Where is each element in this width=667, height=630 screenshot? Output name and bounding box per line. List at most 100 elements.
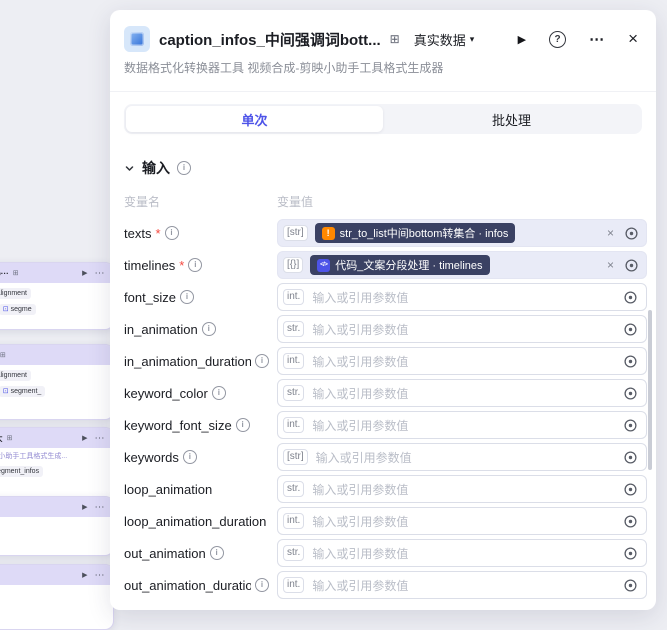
- param-value-field[interactable]: [str]输入或引用参数值: [277, 443, 647, 471]
- info-icon[interactable]: i: [188, 258, 202, 272]
- node-header: infos_图片放大 ⊞ ▶ ⋯: [0, 428, 113, 448]
- input-section-header[interactable]: 输入 i: [124, 158, 642, 178]
- workflow-node[interactable]: infos_图片放大⊞▶⋯数据格式化-剪映小助手工具格式生成...⊡fsets⊡…: [0, 427, 114, 500]
- workflow-node[interactable]: s_中间强调词⊞draft_url⊡alignmentsegment_ids⊡s…: [0, 344, 114, 420]
- type-badge: [{}]: [283, 257, 303, 274]
- info-icon[interactable]: i: [202, 322, 216, 336]
- select-reference-icon[interactable]: [623, 482, 638, 497]
- node-run-icon[interactable]: ▶: [82, 503, 87, 511]
- info-icon[interactable]: i: [180, 290, 194, 304]
- node-body: ⊡fsets⊡segment_infosinfos: [0, 461, 113, 499]
- type-badge: int.: [283, 353, 304, 370]
- param-name: keyword_font_size: [124, 418, 232, 433]
- select-reference-icon[interactable]: [624, 226, 639, 241]
- param-name-cell: in_animationi: [124, 322, 277, 337]
- select-reference-icon[interactable]: [623, 386, 638, 401]
- run-icon[interactable]: ▶: [518, 33, 526, 46]
- workflow-node[interactable]: ▶⋯⊡user_id: [0, 564, 114, 630]
- param-row: in_animationistr.输入或引用参数值: [124, 313, 647, 345]
- select-reference-icon[interactable]: [623, 578, 638, 593]
- param-value-field[interactable]: int.输入或引用参数值: [277, 571, 647, 599]
- node-title: infos_图片放大: [0, 433, 3, 444]
- value-placeholder: 输入或引用参数值: [312, 353, 613, 370]
- clear-value-icon[interactable]: ×: [601, 226, 614, 240]
- param-value-field[interactable]: str.输入或引用参数值: [277, 379, 647, 407]
- param-value-field[interactable]: str.输入或引用参数值: [277, 315, 647, 343]
- select-reference-icon[interactable]: [623, 546, 638, 561]
- param-name: timelines: [124, 258, 175, 273]
- warning-icon: !: [322, 227, 335, 240]
- info-icon[interactable]: i: [165, 226, 179, 240]
- node-run-icon[interactable]: ▶: [82, 269, 87, 277]
- node-more-icon[interactable]: ⋯: [95, 433, 106, 444]
- info-icon[interactable]: i: [177, 161, 191, 175]
- select-reference-icon[interactable]: [623, 450, 638, 465]
- input-rows: texts*i[str]!str_to_list中间bottom转集合 · in…: [124, 217, 647, 601]
- data-mode-dropdown[interactable]: 真实数据 ▾: [414, 30, 475, 49]
- chip-label: alignment: [0, 372, 27, 379]
- node-param-row: ⊡fsets⊡segment_infos: [0, 466, 105, 477]
- param-row: texts*i[str]!str_to_list中间bottom转集合 · in…: [124, 217, 647, 249]
- close-icon[interactable]: ×: [628, 29, 638, 49]
- param-value-field[interactable]: int.输入或引用参数值: [277, 283, 647, 311]
- reference-pill[interactable]: </>代码_文案分段处理 · timelines: [310, 255, 489, 275]
- tab-single[interactable]: 单次: [126, 106, 383, 132]
- workflow-node[interactable]: _中间强调词_b···⊞▶⋯draft_url⊡alignmentsegment…: [0, 262, 114, 330]
- help-icon[interactable]: ?: [549, 31, 566, 48]
- param-name-cell: out_animation_durationi: [124, 578, 277, 593]
- scrollbar-thumb[interactable]: [648, 310, 652, 470]
- tab-batch[interactable]: 批处理: [383, 106, 640, 132]
- info-icon[interactable]: i: [255, 354, 269, 368]
- param-value-field[interactable]: int.输入或引用参数值: [277, 411, 647, 439]
- reference-pill[interactable]: !str_to_list中间bottom转集合 · infos: [315, 223, 516, 243]
- select-reference-icon[interactable]: [623, 354, 638, 369]
- param-value-field[interactable]: [{}] </>代码_文案分段处理 · timelines ×: [277, 251, 647, 279]
- node-more-icon[interactable]: ⋯: [95, 570, 106, 581]
- param-row: keyword_color i str.输入或引用参数值: [124, 377, 647, 409]
- node-more-icon[interactable]: ⋯: [95, 502, 106, 513]
- node-param-row: infos: [0, 482, 105, 493]
- param-row: out_animation_durationiint.输入或引用参数值: [124, 569, 647, 601]
- param-value-field[interactable]: str.输入或引用参数值: [277, 475, 647, 503]
- param-value-cell: [str] !str_to_list中间bottom转集合 · infos ×: [277, 219, 647, 247]
- mode-tabs: 单次 批处理: [124, 104, 642, 134]
- code-icon: </>: [317, 259, 330, 272]
- select-reference-icon[interactable]: [623, 290, 638, 305]
- node-run-icon[interactable]: ▶: [82, 434, 87, 442]
- node-detail-icon[interactable]: ⊞: [390, 32, 400, 46]
- param-name: keyword_color: [124, 386, 208, 401]
- param-row: keyword_font_size i int.输入或引用参数值: [124, 409, 647, 441]
- clear-value-icon[interactable]: ×: [601, 258, 614, 272]
- info-icon[interactable]: i: [255, 578, 269, 592]
- detail-icon: ⊞: [7, 434, 13, 442]
- node-run-icon[interactable]: ▶: [82, 571, 87, 579]
- param-value-field[interactable]: int.输入或引用参数值: [277, 507, 647, 535]
- node-actions: ▶⋯: [82, 268, 105, 279]
- workflow-node[interactable]: mes⊞▶⋯⊡keyframes: [0, 496, 114, 556]
- param-value-field[interactable]: int. 输入或引用参数值: [277, 347, 647, 375]
- info-icon[interactable]: i: [212, 386, 226, 400]
- node-header: _中间强调词_b···⊞▶⋯: [0, 263, 113, 283]
- info-icon[interactable]: i: [236, 418, 250, 432]
- value-placeholder: 输入或引用参数值: [312, 385, 613, 402]
- param-value-cell: str.输入或引用参数值: [277, 315, 647, 343]
- type-badge: [str]: [283, 225, 308, 242]
- node-config-panel: caption_infos_中间强调词bott... ⊞ 真实数据 ▾ ▶ ? …: [110, 10, 656, 610]
- param-value-field[interactable]: [str] !str_to_list中间bottom转集合 · infos ×: [277, 219, 647, 247]
- node-header: s_中间强调词⊞: [0, 345, 113, 365]
- param-value-field[interactable]: str.输入或引用参数值: [277, 539, 647, 567]
- value-placeholder: 输入或引用参数值: [316, 449, 613, 466]
- select-reference-icon[interactable]: [623, 322, 638, 337]
- chevron-down-icon: [124, 163, 135, 174]
- info-icon[interactable]: i: [183, 450, 197, 464]
- select-reference-icon[interactable]: [623, 514, 638, 529]
- select-reference-icon[interactable]: [624, 258, 639, 273]
- param-row: loop_animationstr.输入或引用参数值: [124, 473, 647, 505]
- more-icon[interactable]: ⋯: [589, 30, 605, 48]
- type-badge: str.: [283, 545, 304, 562]
- node-body: draft_url⊡alignmentsegment_ids⊡segment_: [0, 365, 113, 403]
- info-icon[interactable]: i: [210, 546, 224, 560]
- param-name-cell: timelines*i: [124, 258, 277, 273]
- select-reference-icon[interactable]: [623, 418, 638, 433]
- node-more-icon[interactable]: ⋯: [95, 268, 106, 279]
